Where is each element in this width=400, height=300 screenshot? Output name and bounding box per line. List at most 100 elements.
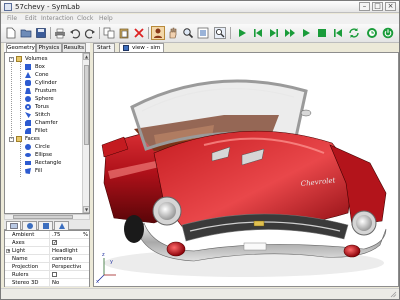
left-headlight xyxy=(158,202,176,220)
axis-gizmo: z y x xyxy=(96,252,116,285)
resize-grip-icon[interactable] xyxy=(390,291,397,298)
reset-icon[interactable] xyxy=(331,26,345,40)
folder-icon xyxy=(16,136,22,142)
tree-label-fill: Fill xyxy=(35,168,43,174)
play-icon[interactable] xyxy=(235,26,249,40)
license-plate xyxy=(243,242,267,251)
chamfer-icon xyxy=(25,120,31,126)
rectangle-icon xyxy=(25,161,31,165)
sphere-icon xyxy=(25,96,31,102)
panel-tabs: Geometry Physics Results xyxy=(4,43,90,53)
tab-results[interactable]: Results xyxy=(62,43,86,52)
prop-row-rulers[interactable]: Rulers xyxy=(5,271,89,279)
toolbar xyxy=(1,24,399,43)
save-icon[interactable] xyxy=(34,26,48,40)
minimize-button[interactable]: – xyxy=(359,2,370,11)
scroll-down-icon[interactable]: ▼ xyxy=(83,206,89,213)
tab-label: view - sim xyxy=(132,45,161,51)
collapse-icon[interactable]: - xyxy=(9,56,14,62)
menu-file[interactable]: File xyxy=(7,15,17,23)
window-title: 57chevy - SymLab xyxy=(15,3,80,11)
torus-icon xyxy=(25,104,31,110)
tab-material[interactable] xyxy=(38,221,53,230)
menu-interaction[interactable]: Interaction xyxy=(41,15,74,23)
prop-row-name[interactable]: Name camera xyxy=(5,255,89,263)
tab-camera[interactable] xyxy=(22,221,37,230)
scroll-up-icon[interactable]: ▲ xyxy=(83,53,89,60)
prop-value[interactable]: ✓ xyxy=(49,239,81,247)
tree-label-cylinder: Cylinder xyxy=(35,80,57,86)
prop-value[interactable]: Perspective xyxy=(49,263,81,271)
redo-icon[interactable] xyxy=(83,26,97,40)
paste-icon[interactable] xyxy=(117,26,131,40)
folder-icon xyxy=(16,56,22,62)
tab-physics[interactable]: Physics xyxy=(36,43,62,52)
power-icon[interactable] xyxy=(381,26,395,40)
tree-label-stitch: Stitch xyxy=(35,112,51,118)
new-icon[interactable] xyxy=(4,26,18,40)
pan-icon[interactable] xyxy=(166,26,180,40)
prop-value[interactable]: .75 xyxy=(49,231,81,239)
clock-icon[interactable] xyxy=(365,26,379,40)
prop-value[interactable]: Headlight xyxy=(49,247,81,255)
prop-row-ambient[interactable]: Ambient .75 % xyxy=(5,231,89,239)
tab-view-properties[interactable] xyxy=(6,221,21,230)
tree-label-frustum: Frustum xyxy=(35,88,57,94)
tab-view-sim[interactable]: view - sim xyxy=(119,43,165,52)
menu-bar: File Edit Interaction Clock Help xyxy=(1,14,399,24)
tree-label-fillet: Fillet xyxy=(35,128,48,134)
car-render[interactable]: Chevrolet z y x xyxy=(94,53,399,287)
axes-checkbox[interactable]: ✓ xyxy=(52,240,57,246)
3d-viewport[interactable]: Chevrolet z y x xyxy=(93,52,399,287)
left-bumper-light xyxy=(166,241,186,257)
step-back-icon[interactable] xyxy=(251,26,265,40)
document-tabs: Start view - sim xyxy=(93,43,399,52)
repeat-icon[interactable] xyxy=(347,26,361,40)
title-bar: 57chevy - SymLab – □ × xyxy=(1,1,399,13)
prop-row-stereo[interactable]: Stereo 3D No xyxy=(5,279,89,287)
tree-label-ellipse: Ellipse xyxy=(35,152,53,158)
stop-icon[interactable] xyxy=(315,26,329,40)
interact-icon[interactable] xyxy=(151,26,165,40)
zoom-icon[interactable] xyxy=(181,26,195,40)
tab-start[interactable]: Start xyxy=(93,43,115,52)
menu-clock[interactable]: Clock xyxy=(77,15,93,23)
fit-icon[interactable] xyxy=(196,26,210,40)
tree-label-chamfer: Chamfer xyxy=(35,120,58,126)
delete-icon[interactable] xyxy=(132,26,146,40)
tree-label-cone: Cone xyxy=(35,72,49,78)
tree-scrollbar[interactable]: ▲ ▼ xyxy=(82,53,89,213)
rulers-checkbox[interactable] xyxy=(52,272,57,277)
zoom-extents-icon[interactable] xyxy=(213,26,227,40)
prop-row-axes[interactable]: Axes ✓ xyxy=(5,239,89,247)
skip-end-icon[interactable] xyxy=(283,26,297,40)
undo-icon[interactable] xyxy=(68,26,82,40)
prop-unit: % xyxy=(83,232,89,238)
play-alt-icon[interactable] xyxy=(299,26,313,40)
print-icon[interactable] xyxy=(53,26,67,40)
hscroll-thumb[interactable] xyxy=(13,215,73,219)
tree-label-box: Box xyxy=(35,64,45,70)
maximize-button[interactable]: □ xyxy=(372,2,383,11)
menu-edit[interactable]: Edit xyxy=(25,15,37,23)
side-mirror xyxy=(300,109,312,117)
open-icon[interactable] xyxy=(19,26,33,40)
menu-help[interactable]: Help xyxy=(99,15,113,23)
prop-value[interactable]: No xyxy=(49,279,81,287)
prop-key: Rulers xyxy=(12,272,29,278)
prop-key: Axes xyxy=(12,240,25,246)
tree-label-rectangle: Rectangle xyxy=(35,160,62,166)
close-button[interactable]: × xyxy=(385,2,396,11)
collapse-icon[interactable]: - xyxy=(9,136,14,142)
expand-icon[interactable]: + xyxy=(6,249,10,253)
prop-value[interactable] xyxy=(49,271,81,279)
prop-value[interactable]: camera xyxy=(49,255,81,263)
prop-key: Stereo 3D xyxy=(12,280,39,286)
prop-row-light[interactable]: + Light Headlight xyxy=(5,247,89,255)
copy-icon[interactable] xyxy=(102,26,116,40)
scroll-thumb[interactable] xyxy=(84,65,89,145)
tab-scene[interactable] xyxy=(54,221,69,230)
prop-row-projection[interactable]: Projection Perspective xyxy=(5,263,89,271)
geometry-tree: - Volumes Box Cone Cylinder Frustum Sphe… xyxy=(4,52,90,214)
step-forward-icon[interactable] xyxy=(267,26,281,40)
